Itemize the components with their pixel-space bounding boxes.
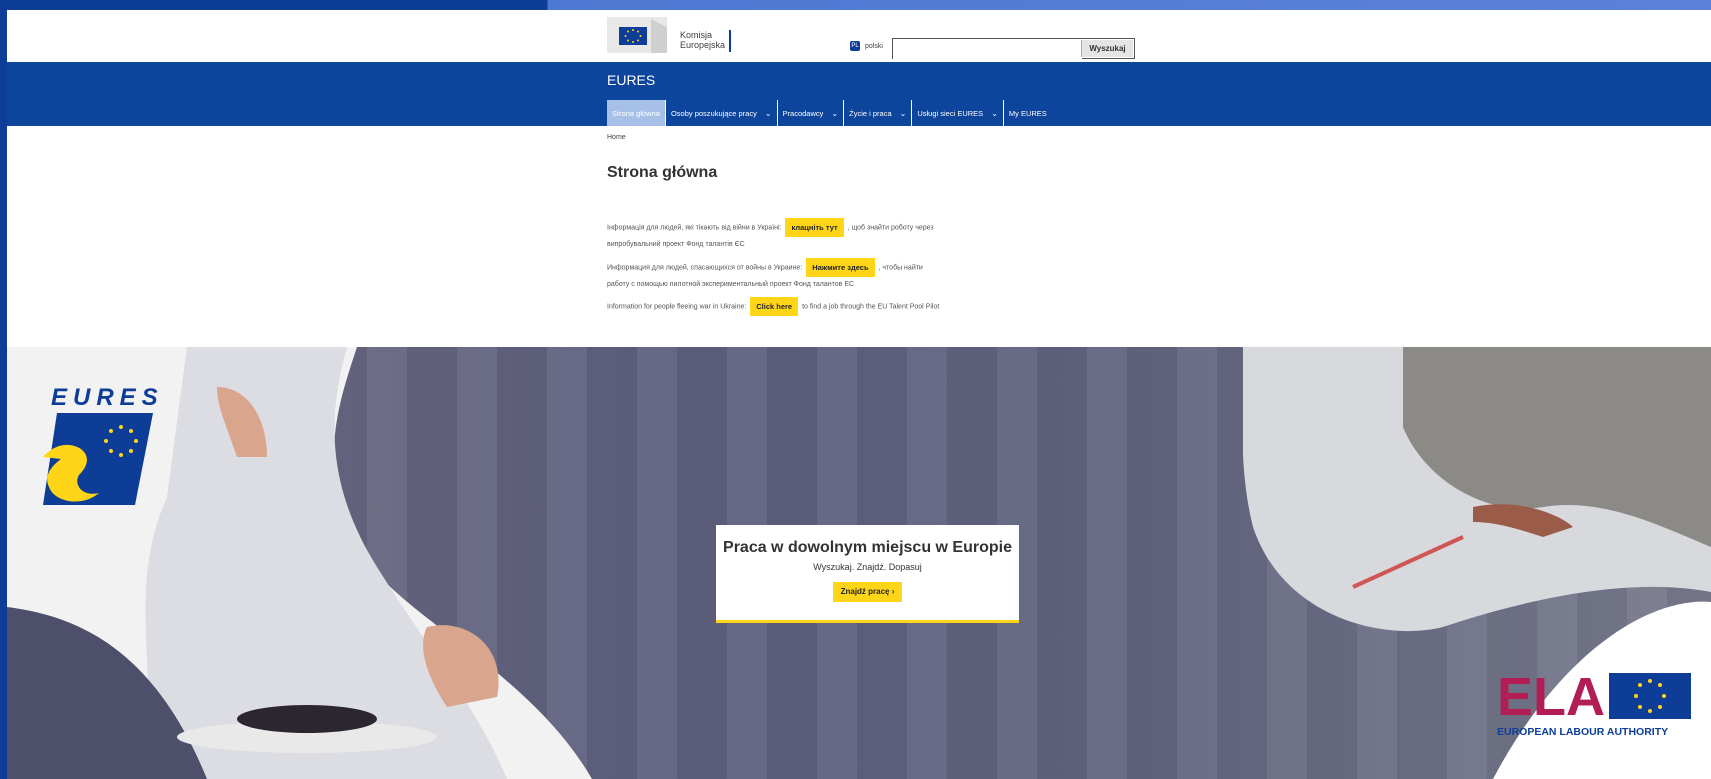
eures-logo-text: EURES [51, 385, 163, 411]
ec-logo-line1: Komisja [680, 30, 713, 40]
language-selector[interactable]: PL polski [850, 41, 883, 51]
breadcrumb[interactable]: Home [607, 134, 626, 141]
main-nav: Strona główna Osoby poszukujące pracy ⌄ … [607, 100, 1052, 126]
search-input[interactable] [893, 39, 1082, 60]
find-job-label: Znajdź pracę [840, 587, 890, 596]
notice-text: Інформація для людей, які тікають від ві… [607, 224, 782, 232]
hero-card: Praca w dowolnym miejscu w Europie Wyszu… [716, 525, 1019, 623]
notice-english: Information for people fleeing war in Uk… [607, 297, 947, 316]
nav-label: My EURES [1008, 108, 1047, 118]
nav-label: Pracodawcy [782, 108, 824, 118]
notice-ukrainian: Інформація для людей, які тікають від ві… [607, 218, 947, 253]
notice-text: to find a job through the EU Talent Pool… [802, 303, 940, 311]
nav-label: Strona główna [612, 108, 660, 118]
nav-item-employers[interactable]: Pracodawcy ⌄ [778, 100, 845, 126]
click-here-button-en[interactable]: Click here [750, 297, 799, 316]
ec-logo-line2: Europejska [680, 40, 726, 50]
hero-banner: EURES Praca w dowolnym miejscu w Europie… [7, 347, 1711, 779]
chevron-right-icon: › [891, 587, 895, 596]
nav-label: Usługi sieci EURES [917, 108, 984, 118]
ela-logo-letters: ELA [1497, 667, 1605, 727]
nav-item-living-working[interactable]: Życie i praca ⌄ [844, 100, 913, 126]
site-header: Komisja Europejska PL polski Wyszukaj [7, 10, 1711, 62]
eures-logo[interactable]: EURES [43, 385, 163, 505]
nav-item-home[interactable]: Strona główna [607, 100, 666, 126]
chevron-down-icon: ⌄ [831, 108, 839, 118]
notice-text: Information for people fleeing war in Uk… [607, 303, 747, 311]
ec-logo-divider [729, 30, 731, 52]
language-icon: PL [850, 41, 860, 51]
find-job-button[interactable]: Znajdź pracę › [832, 582, 903, 602]
left-frame [0, 10, 7, 779]
nav-label: Życie i praca [849, 108, 892, 118]
nav-item-eures-services[interactable]: Usługi sieci EURES ⌄ [912, 100, 1004, 126]
page-title: Strona główna [607, 164, 718, 181]
click-here-button-ru[interactable]: Нажмите здесь [806, 258, 875, 277]
page: Komisja Europejska PL polski Wyszukaj EU… [7, 10, 1711, 779]
nav-item-my-eures[interactable]: My EURES [1004, 100, 1052, 126]
ec-logo-text: Komisja Europejska [680, 30, 725, 50]
site-name[interactable]: EURES [607, 72, 655, 88]
browser-top-strip [0, 0, 1711, 10]
site-banner: EURES Strona główna Osoby poszukujące pr… [7, 62, 1711, 126]
nav-label: Osoby poszukujące pracy [670, 108, 757, 118]
notice-text: Информация для людей, спасающихся от вой… [607, 264, 803, 272]
language-label: polski [865, 42, 883, 50]
search-button[interactable]: Wyszukaj [1081, 40, 1133, 57]
search-box: Wyszukaj [892, 38, 1135, 60]
hero-title: Praca w dowolnym miejscu w Europie [723, 539, 1012, 556]
hero-subtitle: Wyszukaj. Znajdź. Dopasuj [813, 562, 922, 572]
ela-logo-fullname: EUROPEAN LABOUR AUTHORITY [1497, 726, 1668, 738]
notice-russian: Информация для людей, спасающихся от вой… [607, 258, 947, 293]
nav-item-jobseekers[interactable]: Osoby poszukujące pracy ⌄ [666, 100, 778, 126]
click-here-button-ua[interactable]: клацніть тут [785, 218, 844, 237]
chevron-down-icon: ⌄ [899, 108, 907, 118]
chevron-down-icon: ⌄ [991, 108, 998, 118]
ela-logo[interactable]: ELA EUROPEAN LABOUR AUTHORITY [1497, 667, 1697, 757]
chevron-down-icon: ⌄ [764, 108, 772, 118]
